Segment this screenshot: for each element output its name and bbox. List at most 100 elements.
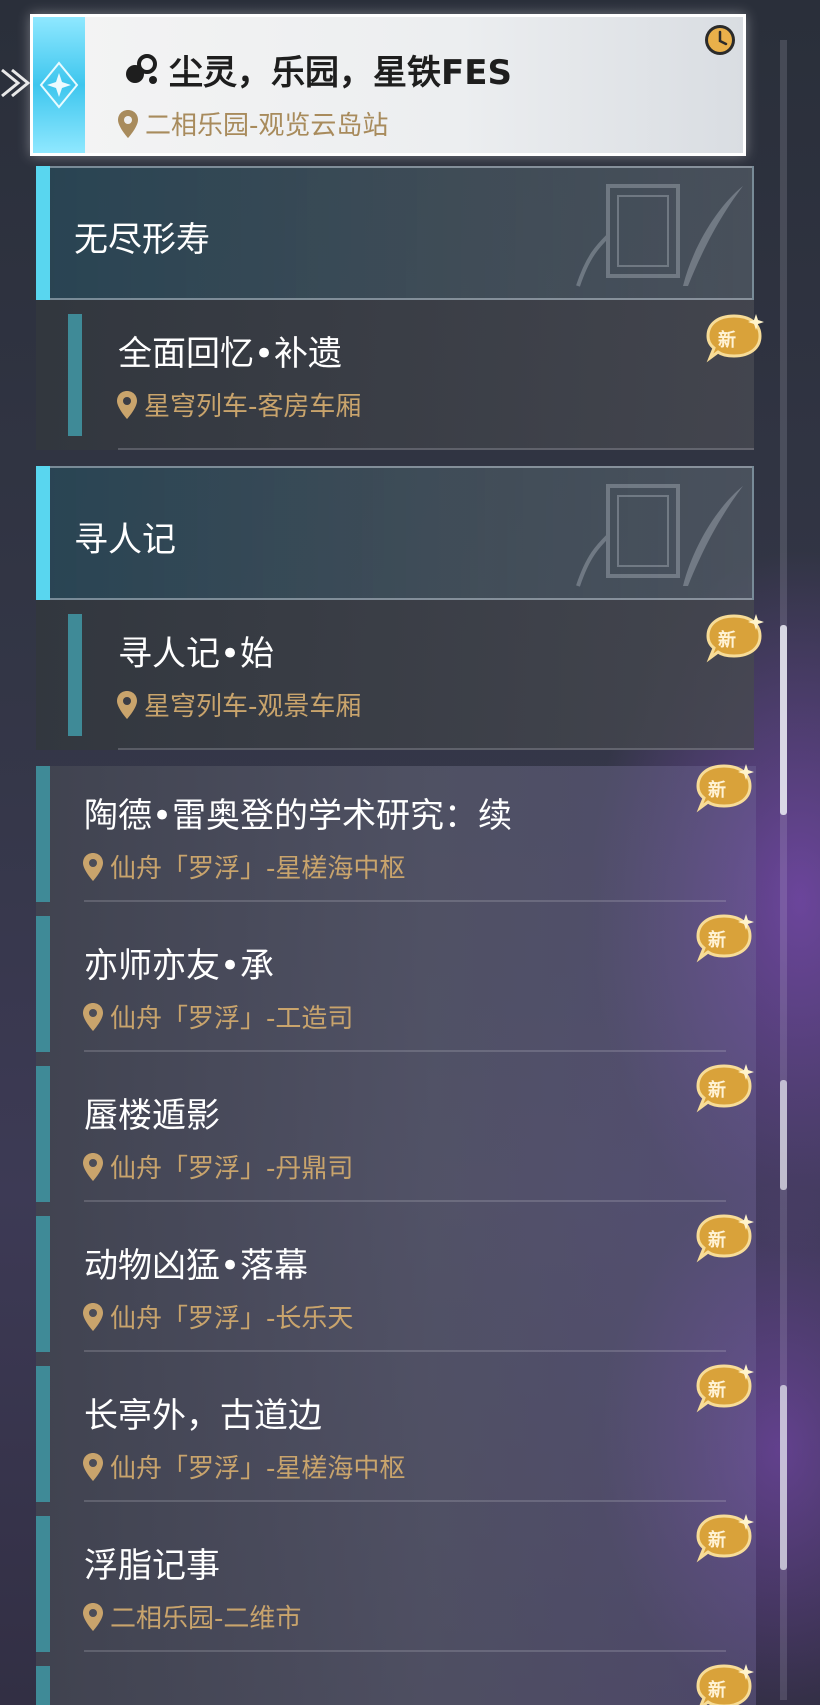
mission-location-text: 二相乐园-二维市: [110, 1604, 302, 1634]
group-label: 寻人记: [74, 520, 176, 560]
book-feather-decoration-icon: [576, 184, 743, 287]
new-badge: 新: [696, 912, 756, 964]
mission-location: 仙舟「罗浮」-工造司: [82, 998, 353, 1035]
new-badge-bubble-icon: [706, 314, 764, 363]
new-badge-text: 新: [708, 1380, 726, 1401]
mission-title: 寻人记•始: [118, 634, 275, 674]
mission-group-header[interactable]: 寻人记: [36, 466, 754, 600]
mission-location: 二相乐园-二维市: [82, 1598, 301, 1635]
location-pin-icon: [117, 690, 137, 719]
mission-log-screen: 尘灵，乐园，星铁FES 二相乐园-观览云岛站 无尽形寿 全面回忆•补遗 星穹列车…: [0, 0, 820, 1705]
tracked-mission-location: 二相乐园-观览云岛站: [117, 105, 388, 142]
new-badge: 新: [706, 312, 766, 364]
new-badge-bubble-icon: [696, 1514, 754, 1563]
mission-title: 长亭外，古道边: [84, 1396, 322, 1436]
new-badge: 新: [696, 1212, 756, 1264]
new-badge-bubble-icon: [706, 614, 764, 663]
new-badge-text: 新: [708, 930, 726, 951]
item-accent-bar: [36, 916, 50, 1052]
item-accent-bar: [36, 1516, 50, 1652]
group-accent-bar: [36, 466, 50, 600]
new-badge-text: 新: [708, 1530, 726, 1551]
new-badge-bubble-icon: [696, 1064, 754, 1113]
new-badge: 新: [696, 1062, 756, 1114]
scrollbar-thumb[interactable]: [780, 625, 787, 815]
mission-list-item[interactable]: 蜃楼遁影 仙舟「罗浮」-丹鼎司: [36, 1066, 756, 1216]
mission-location-text: 星穹列车-观景车厢: [144, 692, 362, 722]
item-divider: [84, 1050, 726, 1052]
new-badge-partial: 新: [696, 1662, 756, 1705]
location-pin-icon: [83, 852, 103, 881]
new-badge-text: 新: [718, 630, 736, 651]
book-feather-decoration-icon: [576, 484, 743, 587]
item-accent-bar: [36, 1066, 50, 1202]
new-badge-bubble-icon: [696, 1214, 754, 1263]
timed-clock-icon: [705, 25, 735, 55]
location-pin-icon: [83, 1602, 103, 1631]
mission-title: 动物凶猛•落幕: [84, 1246, 309, 1286]
diamond-star-icon: [39, 61, 79, 109]
new-badge-bubble-icon: [696, 764, 754, 813]
tracked-mission-title-text: 尘灵，乐园，星铁FES: [169, 53, 512, 93]
new-badge-bubble-icon: [696, 1664, 754, 1705]
mission-list-item[interactable]: 寻人记•始 星穹列车-观景车厢: [36, 600, 754, 750]
mission-title: 陶德•雷奥登的学术研究：续: [84, 796, 513, 836]
mission-location: 星穹列车-客房车厢: [116, 386, 361, 423]
item-divider: [118, 448, 754, 450]
mission-list-item[interactable]: 亦师亦友•承 仙舟「罗浮」-工造司: [36, 916, 756, 1066]
tracked-mission-title: 尘灵，乐园，星铁FES: [123, 45, 512, 94]
mission-group-header[interactable]: 无尽形寿: [36, 166, 754, 300]
mission-title: 亦师亦友•承: [84, 946, 275, 986]
mission-location-text: 仙舟「罗浮」-工造司: [110, 1004, 354, 1034]
new-badge: 新: [706, 612, 766, 664]
mission-location: 仙舟「罗浮」-星槎海中枢: [82, 1448, 405, 1485]
new-badge-bubble-icon: [696, 1364, 754, 1413]
tracked-mission-location-text: 二相乐园-观览云岛站: [145, 111, 389, 141]
tracked-marker: [33, 17, 85, 153]
item-accent-bar: [36, 1366, 50, 1502]
item-divider: [84, 1650, 726, 1652]
group-accent-bar: [36, 166, 50, 300]
mission-list-item[interactable]: 全面回忆•补遗 星穹列车-客房车厢: [36, 300, 754, 450]
mission-location: 仙舟「罗浮」-丹鼎司: [82, 1148, 353, 1185]
mission-title: 蜃楼遁影: [84, 1096, 220, 1136]
mission-list-item[interactable]: 长亭外，古道边 仙舟「罗浮」-星槎海中枢: [36, 1366, 756, 1516]
new-badge-bubble-icon: [696, 914, 754, 963]
mission-location-text: 仙舟「罗浮」-丹鼎司: [110, 1154, 354, 1184]
new-badge-text: 新: [708, 1230, 726, 1251]
mission-location: 仙舟「罗浮」-星槎海中枢: [82, 848, 405, 885]
location-pin-icon: [118, 109, 138, 138]
selection-arrow-icon: [1, 68, 30, 98]
mission-list-item[interactable]: 陶德•雷奥登的学术研究：续 仙舟「罗浮」-星槎海中枢: [36, 766, 756, 916]
location-pin-icon: [83, 1152, 103, 1181]
location-pin-icon: [83, 1002, 103, 1031]
location-pin-icon: [83, 1452, 103, 1481]
group-label: 无尽形寿: [74, 220, 210, 260]
mission-location-text: 仙舟「罗浮」-星槎海中枢: [110, 1454, 406, 1484]
location-pin-icon: [83, 1302, 103, 1331]
mission-location-text: 仙舟「罗浮」-星槎海中枢: [110, 854, 406, 884]
item-divider: [84, 900, 726, 902]
mission-type-icon: [126, 53, 157, 84]
mission-list-item-partial[interactable]: [36, 1666, 756, 1705]
new-badge: 新: [696, 1512, 756, 1564]
new-badge-text: 新: [708, 1080, 726, 1101]
mission-title: 全面回忆•补遗: [118, 334, 343, 374]
item-accent-bar: [36, 766, 50, 902]
new-badge-text: 新: [708, 780, 726, 801]
tracked-mission-card[interactable]: 尘灵，乐园，星铁FES 二相乐园-观览云岛站: [30, 14, 746, 156]
new-badge-text: 新: [708, 1680, 726, 1701]
location-pin-icon: [117, 390, 137, 419]
item-divider: [84, 1350, 726, 1352]
mission-list-item[interactable]: 浮脂记事 二相乐园-二维市: [36, 1516, 756, 1666]
mission-location-text: 仙舟「罗浮」-长乐天: [110, 1304, 354, 1334]
mission-location: 星穹列车-观景车厢: [116, 686, 361, 723]
new-badge: 新: [696, 1362, 756, 1414]
item-accent-bar: [68, 314, 82, 436]
item-divider: [84, 1500, 726, 1502]
mission-location: 仙舟「罗浮」-长乐天: [82, 1298, 353, 1335]
scrollbar-thumb-lower: [780, 1080, 787, 1190]
scrollbar-thumb-bottom: [780, 1385, 787, 1570]
mission-list-item[interactable]: 动物凶猛•落幕 仙舟「罗浮」-长乐天: [36, 1216, 756, 1366]
item-accent-bar: [36, 1216, 50, 1352]
